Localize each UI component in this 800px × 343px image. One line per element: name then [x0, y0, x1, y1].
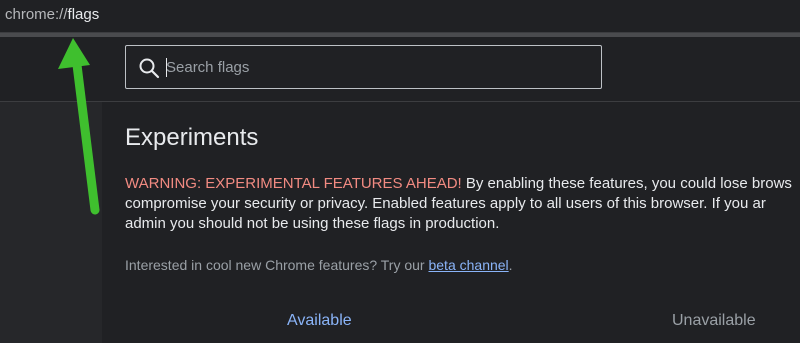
text-caret	[166, 58, 167, 77]
warning-label: WARNING: EXPERIMENTAL FEATURES AHEAD!	[125, 175, 462, 192]
flags-header	[0, 37, 800, 102]
beta-channel-link[interactable]: beta channel	[428, 257, 508, 273]
page-title: Experiments	[125, 124, 259, 151]
warning-line-2: compromise your security or privacy. Ena…	[125, 195, 766, 212]
warning-text-1: By enabling these features, you could lo…	[461, 175, 792, 192]
url-text[interactable]: chrome://flags	[5, 6, 99, 24]
search-icon	[139, 58, 160, 79]
address-bar[interactable]: chrome://flags	[0, 0, 800, 33]
annotation-arrow-icon	[58, 38, 100, 215]
url-host: flags	[67, 6, 100, 23]
search-input[interactable]	[166, 54, 586, 80]
warning-line-1: WARNING: EXPERIMENTAL FEATURES AHEAD! By…	[125, 174, 800, 194]
tab-available[interactable]: Available	[287, 312, 352, 330]
beta-promo: Interested in cool new Chrome features? …	[125, 257, 513, 273]
chrome-flags-page: chrome://flags Experiments WARNING: EXPE…	[0, 0, 800, 343]
beta-promo-text: Interested in cool new Chrome features? …	[125, 257, 429, 273]
main-content: Experiments WARNING: EXPERIMENTAL FEATUR…	[102, 102, 800, 343]
url-scheme: chrome://	[5, 6, 68, 23]
warning-line-3: admin you should not be using these flag…	[125, 215, 500, 232]
beta-promo-suffix: .	[508, 257, 513, 273]
tab-unavailable[interactable]: Unavailable	[672, 312, 756, 330]
search-box[interactable]	[125, 45, 602, 89]
warning-paragraph: WARNING: EXPERIMENTAL FEATURES AHEAD! By…	[125, 174, 800, 234]
